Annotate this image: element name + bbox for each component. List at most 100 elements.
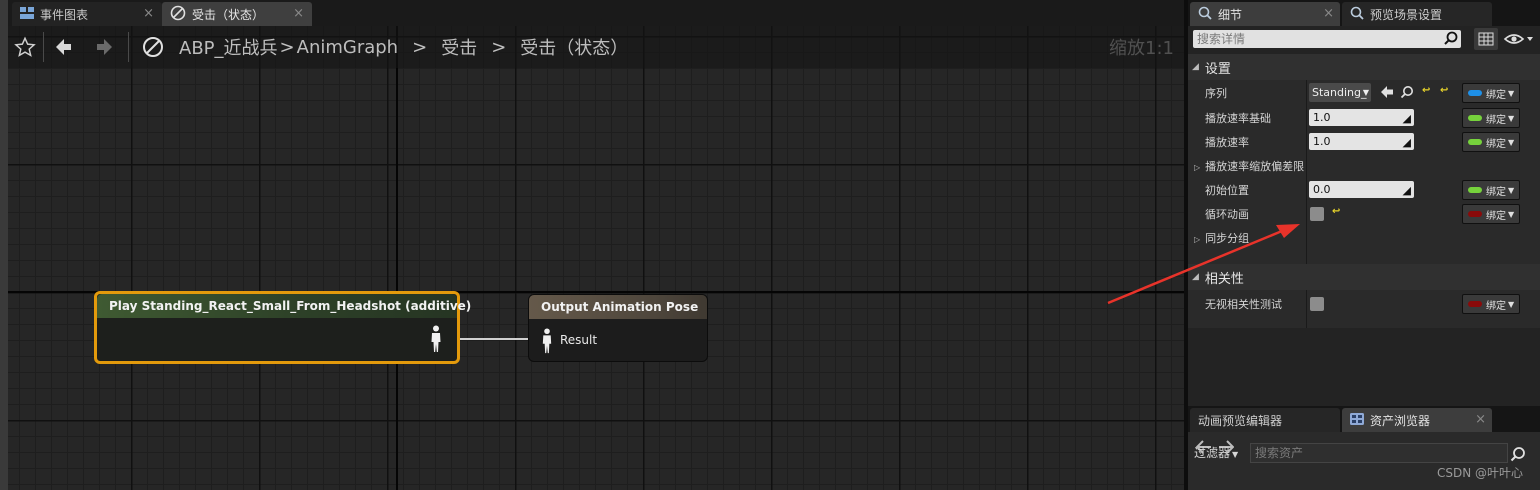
tab-label: 事件图表	[40, 7, 89, 22]
category-label: 设置	[1204, 61, 1231, 77]
property-row-sync-group[interactable]: ▷ 同步分组	[1188, 226, 1540, 250]
reset-to-default-icon[interactable]: ↩	[1422, 85, 1430, 96]
binding-dropdown[interactable]: 绑定 ▼	[1462, 180, 1520, 200]
breadcrumb-item[interactable]: 受击	[441, 34, 477, 60]
category-settings[interactable]: ◢ 设置	[1188, 54, 1540, 80]
object-pin-icon	[1468, 90, 1482, 96]
binding-dropdown[interactable]: 绑定 ▼	[1462, 108, 1520, 128]
property-label: 播放速率基础	[1205, 112, 1271, 125]
pin-label: Result	[560, 333, 598, 347]
asset-search-input[interactable]: 搜索资产	[1250, 443, 1508, 463]
sequence-value: Standing_	[1312, 86, 1367, 99]
binding-dropdown[interactable]: 绑定 ▼	[1462, 294, 1520, 314]
close-icon[interactable]: ×	[143, 6, 154, 21]
forward-button[interactable]	[92, 34, 118, 60]
tab-preview-scene-settings[interactable]: 预览场景设置	[1342, 2, 1492, 26]
arrow-left-icon	[56, 39, 71, 55]
breadcrumb-separator: >	[412, 36, 428, 58]
tab-label: 动画预览编辑器	[1198, 413, 1283, 428]
browse-asset-button[interactable]	[1400, 85, 1414, 102]
breadcrumb-separator: >	[279, 36, 295, 58]
chevron-down-icon: ▼	[1508, 88, 1515, 98]
ignore-relevancy-checkbox[interactable]	[1310, 297, 1324, 311]
tab-anim-preview-editor[interactable]: 动画预览编辑器	[1190, 408, 1340, 432]
close-icon[interactable]: ×	[1323, 6, 1334, 21]
collapse-triangle-icon: ◢	[1192, 62, 1199, 72]
close-icon[interactable]: ×	[293, 6, 304, 21]
close-icon[interactable]: ×	[1475, 412, 1486, 427]
property-label: ▷ 同步分组	[1194, 232, 1250, 245]
favorite-star-button[interactable]	[12, 34, 38, 60]
loop-animation-checkbox[interactable]	[1310, 207, 1324, 221]
filters-button[interactable]: 过滤器 ▼	[1194, 444, 1238, 461]
tab-hit-state[interactable]: 受击（状态） ×	[162, 2, 312, 26]
property-row-play-rate: 播放速率 1.0 ◢ 绑定 ▼	[1188, 130, 1540, 154]
field-value: 1.0	[1313, 111, 1331, 124]
play-sequence-node[interactable]: Play Standing_React_Small_From_Headshot …	[94, 291, 471, 364]
view-options-button[interactable]	[1502, 28, 1536, 50]
reset-to-default-icon[interactable]: ↩	[1332, 206, 1340, 217]
node-title: Play Standing_React_Small_From_Headshot …	[97, 294, 471, 318]
breadcrumb-item-current[interactable]: 受击（状态）	[520, 34, 628, 60]
property-row-ignore-relevancy-test: 无视相关性测试 绑定 ▼	[1188, 292, 1540, 316]
binding-dropdown[interactable]: 绑定 ▼	[1462, 132, 1520, 152]
graph-canvas[interactable]: ABP_近战兵 > AnimGraph > 受击 > 受击（状态） 缩放1:1 …	[8, 26, 1184, 490]
binding-label: 绑定	[1486, 138, 1506, 150]
search-placeholder: 搜索详情	[1197, 32, 1246, 46]
field-value: 0.0	[1313, 183, 1331, 196]
binding-dropdown[interactable]: 绑定 ▼	[1462, 83, 1520, 103]
property-row-loop-animation: 循环动画 ↩ 绑定 ▼	[1188, 202, 1540, 226]
details-tab-bar: 细节 × 预览场景设置	[1188, 0, 1540, 26]
graph-toolbar: ABP_近战兵 > AnimGraph > 受击 > 受击（状态） 缩放1:1	[8, 26, 1184, 68]
graph-editor-panel: 事件图表 × 受击（状态） × ABP_近战兵 > AnimGraph > 受击…	[0, 0, 1184, 490]
play-rate-field[interactable]: 1.0 ◢	[1309, 133, 1414, 150]
settings-properties: 序列 Standing_ ▼ ↩ ↩ 绑定 ▼ 播放速率基础 1.0 ◢ 绑定 …	[1188, 80, 1540, 266]
tab-label: 受击（状态）	[192, 7, 265, 22]
category-relevancy[interactable]: ◢ 相关性	[1188, 264, 1540, 290]
tab-label: 资产浏览器	[1370, 413, 1431, 428]
sequence-asset-combo[interactable]: Standing_ ▼	[1309, 83, 1371, 102]
property-row-play-rate-scale-bias-clamp[interactable]: ▷ 播放速率缩放偏差限	[1188, 154, 1540, 178]
search-icon[interactable]	[1444, 31, 1458, 50]
search-icon	[1400, 86, 1413, 99]
details-search-input[interactable]: 搜索详情	[1193, 30, 1461, 48]
reset-to-default-icon[interactable]: ↩	[1440, 85, 1448, 96]
relevancy-properties: 无视相关性测试 绑定 ▼	[1188, 290, 1540, 328]
breadcrumb-item[interactable]: ABP_近战兵	[179, 34, 278, 60]
details-icon	[1198, 6, 1212, 23]
chevron-down-icon: ▼	[1232, 450, 1239, 459]
property-row-sequence: 序列 Standing_ ▼ ↩ ↩ 绑定 ▼	[1188, 81, 1540, 105]
expand-triangle-icon[interactable]: ▷	[1194, 163, 1200, 172]
event-graph-icon	[20, 6, 34, 22]
binding-dropdown[interactable]: 绑定 ▼	[1462, 204, 1520, 224]
use-selected-asset-button[interactable]	[1380, 85, 1394, 102]
property-label: 播放速率	[1205, 136, 1249, 149]
bool-pin-icon	[1468, 301, 1482, 307]
search-icon[interactable]	[1510, 446, 1526, 465]
chevron-down-icon: ▼	[1362, 88, 1369, 97]
back-button[interactable]	[50, 34, 76, 60]
chevron-down-icon: ▼	[1508, 137, 1515, 147]
output-pose-node[interactable]: Output Animation Pose Result	[528, 294, 708, 362]
tab-content-browser[interactable]: 资产浏览器 ×	[1342, 408, 1492, 432]
pose-output-pin-icon[interactable]	[430, 325, 442, 356]
state-graph-icon	[140, 34, 166, 60]
state-icon	[170, 5, 186, 24]
start-position-field[interactable]: 0.0 ◢	[1309, 181, 1414, 198]
tab-event-graph[interactable]: 事件图表 ×	[12, 2, 162, 26]
graph-origin-vertical	[396, 26, 398, 490]
search-placeholder: 搜索资产	[1255, 446, 1304, 460]
pose-input-pin-icon[interactable]	[541, 328, 553, 357]
float-pin-icon	[1468, 187, 1482, 193]
star-icon	[14, 36, 36, 57]
tab-details[interactable]: 细节 ×	[1190, 2, 1340, 26]
breadcrumb-item[interactable]: AnimGraph	[297, 37, 398, 58]
expand-triangle-icon[interactable]: ▷	[1194, 235, 1200, 244]
eye-icon	[1503, 34, 1533, 44]
chevron-down-icon: ▼	[1508, 209, 1515, 219]
play-rate-basis-field[interactable]: 1.0 ◢	[1309, 109, 1414, 126]
property-matrix-button[interactable]	[1474, 28, 1498, 50]
drag-handle-icon: ◢	[1402, 184, 1411, 197]
field-value: 1.0	[1313, 135, 1331, 148]
category-label: 相关性	[1204, 271, 1244, 287]
